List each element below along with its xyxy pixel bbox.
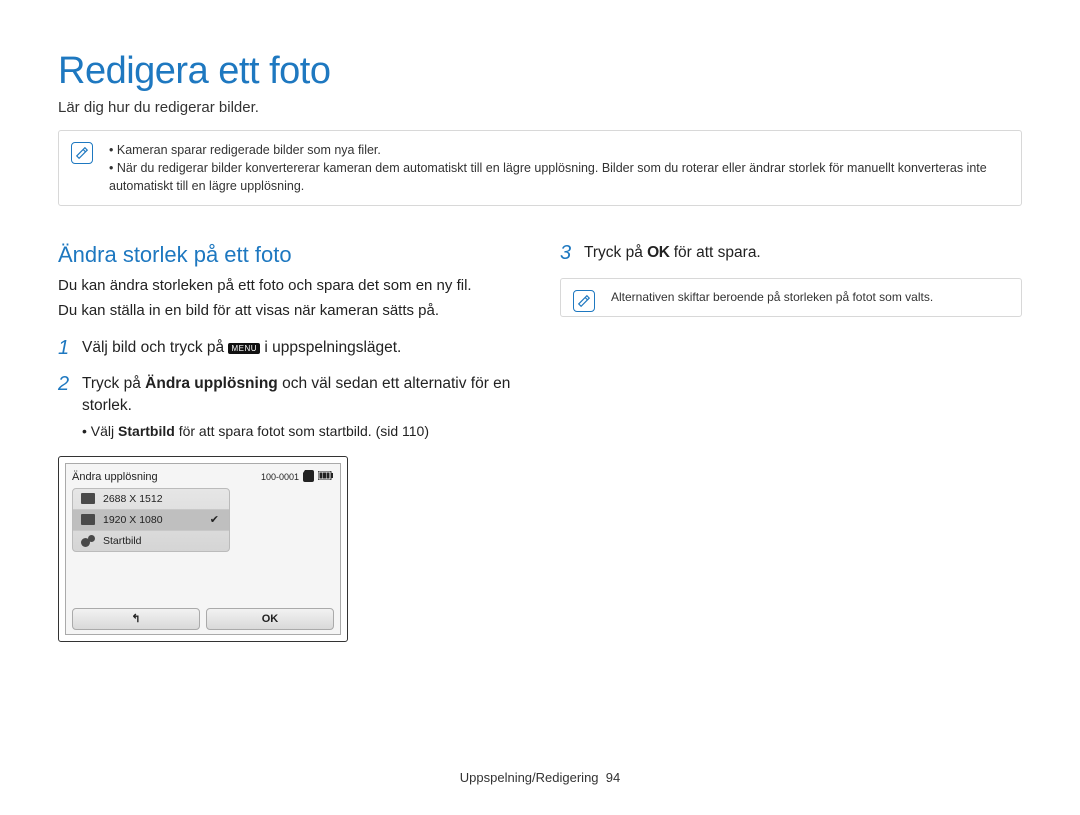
step-1: 1 Välj bild och tryck på MENU i uppspeln… bbox=[58, 337, 520, 359]
paragraph: Du kan ställa in en bild för att visas n… bbox=[58, 301, 520, 321]
battery-icon bbox=[318, 471, 334, 482]
camera-header-title: Ändra upplösning bbox=[72, 471, 158, 483]
note-bullet: När du redigerar bilder konvertererar ka… bbox=[109, 159, 1007, 195]
step-text: för att spara. bbox=[669, 244, 760, 261]
section-title: Ändra storlek på ett foto bbox=[58, 242, 520, 268]
paragraph: Du kan ändra storleken på ett foto och s… bbox=[58, 276, 520, 296]
step-text-bold: Ändra upplösning bbox=[145, 375, 278, 392]
camera-ok-button: OK bbox=[206, 608, 334, 630]
page-subtitle: Lär dig hur du redigerar bilder. bbox=[58, 99, 1022, 116]
ok-inline-icon: OK bbox=[647, 244, 669, 261]
camera-back-button: ↰ bbox=[72, 608, 200, 630]
resolution-options-panel: 2688 X 1512 1920 X 1080 Startbild bbox=[72, 488, 230, 552]
step-text: Välj bild och tryck på bbox=[82, 339, 228, 356]
footer-section: Uppspelning/Redigering bbox=[460, 770, 599, 785]
step-3: 3 Tryck på OK för att spara. bbox=[560, 242, 1022, 264]
right-note-box: Alternativen skiftar beroende på storlek… bbox=[560, 278, 1022, 316]
footer-page-number: 94 bbox=[606, 770, 620, 785]
note-icon bbox=[573, 290, 595, 312]
step-number: 2 bbox=[58, 373, 72, 442]
step-text: Tryck på bbox=[584, 244, 647, 261]
camera-screen-illustration: Ändra upplösning 100-0001 bbox=[58, 456, 348, 642]
camera-counter: 100-0001 bbox=[261, 472, 299, 482]
note-bullet: Kameran sparar redigerade bilder som nya… bbox=[109, 141, 1007, 159]
resolution-option: Startbild bbox=[73, 531, 229, 551]
menu-chip-icon: MENU bbox=[228, 343, 260, 354]
option-label: Startbild bbox=[103, 535, 142, 547]
option-label: 1920 X 1080 bbox=[103, 514, 163, 526]
option-label: 2688 X 1512 bbox=[103, 493, 163, 505]
resolution-icon bbox=[81, 493, 95, 504]
top-note-box: Kameran sparar redigerade bilder som nya… bbox=[58, 130, 1022, 206]
left-column: Ändra storlek på ett foto Du kan ändra s… bbox=[58, 242, 520, 641]
sd-card-icon bbox=[303, 470, 314, 484]
note-icon bbox=[71, 142, 93, 164]
start-image-icon bbox=[81, 535, 95, 547]
step-text: i uppspelningsläget. bbox=[260, 339, 401, 356]
note-text: Alternativen skiftar beroende på storlek… bbox=[611, 290, 933, 304]
step-number: 3 bbox=[560, 242, 574, 264]
step-sub-bullet: Välj Startbild för att spara fotot som s… bbox=[82, 422, 520, 442]
step-2: 2 Tryck på Ändra upplösning och väl seda… bbox=[58, 373, 520, 442]
page-footer: Uppspelning/Redigering 94 bbox=[0, 770, 1080, 785]
step-number: 1 bbox=[58, 337, 72, 359]
step-text: Tryck på bbox=[82, 375, 145, 392]
resolution-icon bbox=[81, 514, 95, 525]
page-title: Redigera ett foto bbox=[58, 50, 1022, 93]
resolution-option-selected: 1920 X 1080 bbox=[73, 510, 229, 531]
resolution-option: 2688 X 1512 bbox=[73, 489, 229, 510]
right-column: 3 Tryck på OK för att spara. Alternative… bbox=[560, 242, 1022, 641]
